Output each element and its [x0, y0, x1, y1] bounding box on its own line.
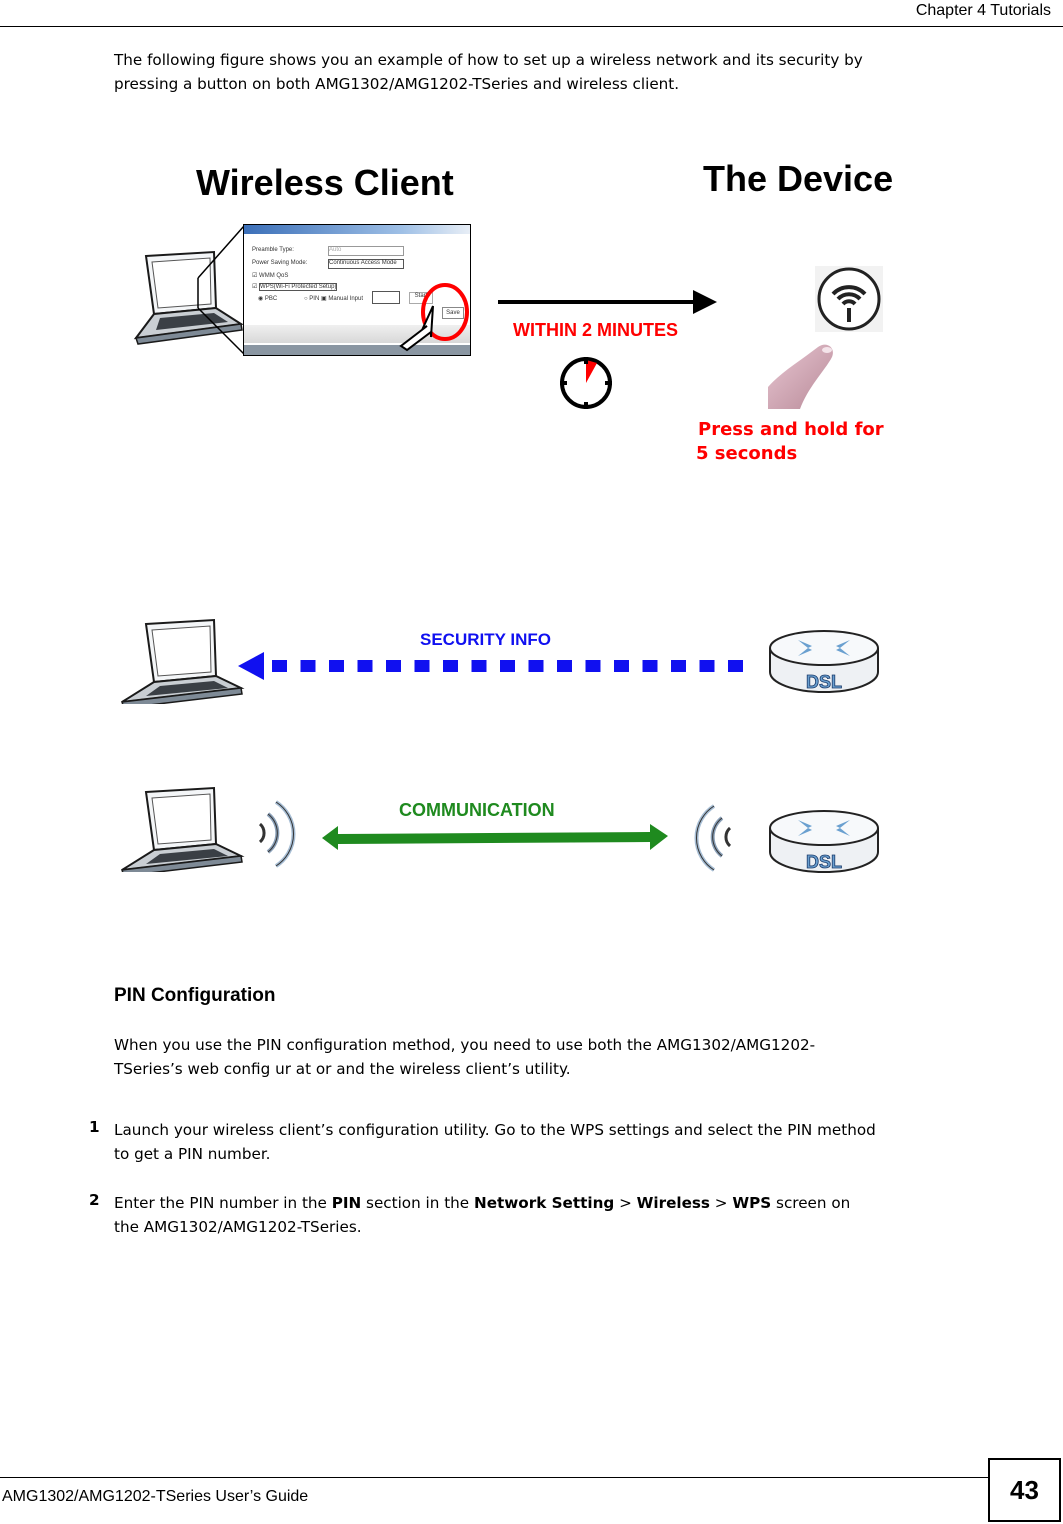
callout-lines — [197, 225, 245, 355]
wps-term: WPS — [732, 1194, 772, 1212]
section-title: PIN Configuration — [114, 985, 276, 1006]
wps-button-icon — [815, 266, 883, 332]
dash-segment — [500, 660, 515, 672]
pin-radio[interactable]: ○ PIN ▣ Manual Input — [304, 295, 363, 302]
page-number: 43 — [988, 1458, 1061, 1522]
utility-title-bar: Adapter Setting — [244, 225, 470, 242]
intro-paragraph: The following figure shows you an exampl… — [114, 48, 1049, 96]
step-2-text: Enter the PIN number in the PIN section … — [114, 1194, 851, 1236]
press-hold-label: Press and hold for 5 seconds — [696, 418, 884, 466]
guide-title: AMG1302/AMG1202-TSeries User’s Guide — [2, 1488, 309, 1505]
footer-divider — [0, 1477, 988, 1478]
wps-checkbox[interactable]: ☑ WPS(Wi-Fi Protected Setup) — [252, 283, 338, 291]
wireless-waves-left-icon — [694, 804, 732, 872]
router-label: DSL — [806, 852, 842, 872]
security-info-label: SECURITY INFO — [420, 630, 551, 649]
dash-segment — [471, 660, 487, 672]
device-title: The Device — [703, 158, 894, 199]
dash-segment — [699, 660, 715, 672]
highlight-circle — [399, 283, 469, 352]
dash-segment — [614, 660, 629, 672]
bidirectional-arrow-icon — [322, 824, 668, 850]
dash-segment — [443, 660, 458, 672]
power-saving-select[interactable]: Continuous Access Mode — [328, 259, 404, 269]
intro-line-2: pressing a button on both AMG1302/AMG120… — [114, 75, 680, 93]
preamble-label: Preamble Type: — [252, 247, 294, 253]
dash-segment — [642, 660, 658, 672]
step-number: 2 — [89, 1191, 100, 1209]
chapter-header: Chapter 4 Tutorials — [915, 2, 1051, 19]
dash-segment — [329, 660, 344, 672]
within-2-minutes-label: WITHIN 2 MINUTES — [513, 320, 678, 340]
pbc-radio[interactable]: ◉ PBC — [258, 295, 277, 302]
wireless-client-title: Wireless Client — [196, 162, 454, 203]
dsl-router-icon: DSL — [769, 630, 879, 693]
laptop-icon — [120, 786, 245, 872]
dash-segment — [357, 660, 373, 672]
wireless-term: Wireless — [636, 1194, 710, 1212]
router-label: DSL — [806, 672, 842, 692]
preamble-select[interactable]: Auto — [328, 246, 404, 256]
dsl-router-icon: DSL — [769, 810, 879, 873]
step-1-text: Launch your wireless client’s configurat… — [114, 1121, 876, 1163]
power-saving-label: Power Saving Mode: — [252, 260, 308, 266]
network-setting-term: Network Setting — [473, 1194, 615, 1212]
right-arrow-icon — [498, 290, 717, 314]
press-hold-line-1: Press and hold for — [698, 419, 884, 440]
section-body: When you use the PIN configuration metho… — [114, 1033, 1049, 1081]
step-number: 1 — [89, 1118, 100, 1136]
dash-segment — [272, 660, 287, 672]
wireless-waves-right-icon — [258, 800, 296, 868]
section-body-line-1: When you use the PIN configuration metho… — [114, 1036, 816, 1054]
header-divider — [0, 26, 1063, 27]
pin-term: PIN — [331, 1194, 362, 1212]
pointer-arrow-icon — [399, 305, 434, 352]
dash-segment — [728, 660, 743, 672]
dash-segment — [671, 660, 686, 672]
stopwatch-icon — [560, 357, 612, 409]
laptop-icon — [120, 618, 245, 704]
security-dashed-arrow-icon — [238, 652, 743, 680]
dash-segment — [585, 660, 601, 672]
dash-segment — [528, 660, 544, 672]
communication-label: COMMUNICATION — [399, 800, 555, 820]
dash-segment — [414, 660, 430, 672]
intro-line-1: The following figure shows you an exampl… — [114, 51, 863, 69]
wmm-checkbox[interactable]: ☑ WMM QoS — [252, 272, 288, 279]
dash-segment — [557, 660, 572, 672]
finger-icon — [768, 344, 833, 409]
section-body-line-2: TSeries’s web config ur at or and the wi… — [114, 1060, 571, 1078]
dash-segment — [386, 660, 401, 672]
press-hold-line-2: 5 seconds — [696, 443, 798, 464]
dash-segment — [300, 660, 316, 672]
